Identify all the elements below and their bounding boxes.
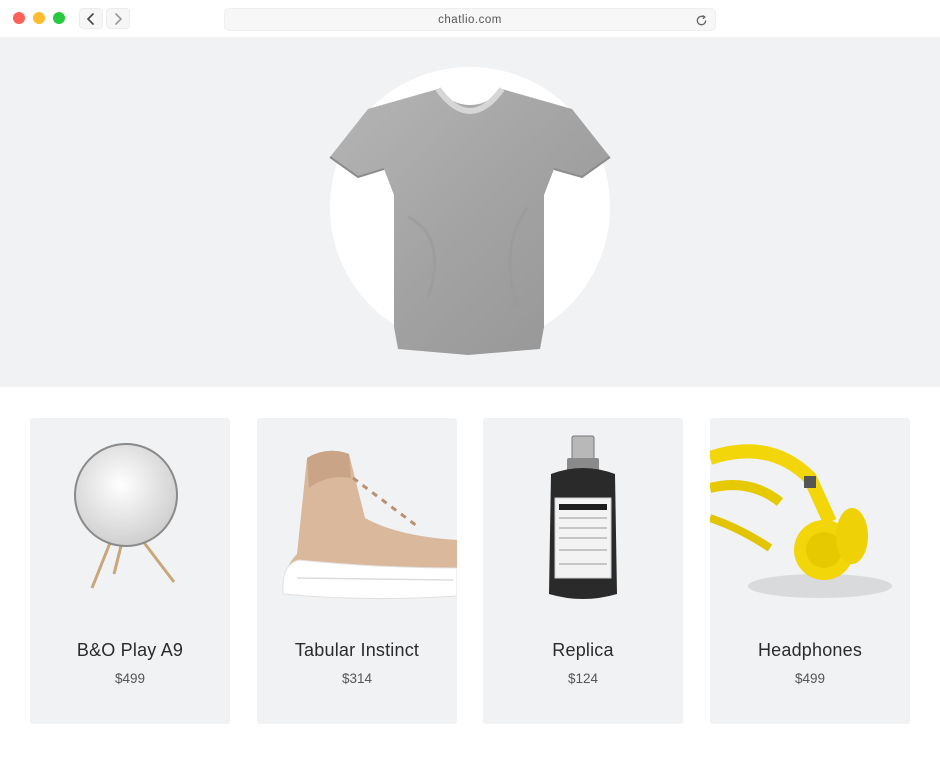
product-card[interactable]: Replica $124 <box>483 418 683 724</box>
speaker-image <box>74 443 178 589</box>
product-card[interactable]: Headphones $499 <box>710 418 910 724</box>
sneaker-image <box>282 450 457 600</box>
url-text: chatlio.com <box>438 13 502 26</box>
product-name[interactable]: Tabular Instinct <box>257 640 457 661</box>
forward-button[interactable] <box>106 8 130 29</box>
maximize-window-button[interactable] <box>53 12 65 24</box>
close-window-button[interactable] <box>13 12 25 24</box>
product-name[interactable]: Replica <box>483 640 683 661</box>
product-price: $124 <box>567 671 599 686</box>
reload-icon <box>696 14 706 25</box>
product-card[interactable]: Tabular Instinct $314 <box>257 418 457 724</box>
minimize-window-button[interactable] <box>33 12 45 24</box>
back-button[interactable] <box>79 8 103 29</box>
hero-banner <box>0 37 940 387</box>
headphones-image <box>710 444 892 598</box>
chevron-left-icon <box>86 12 94 25</box>
reload-button[interactable] <box>693 12 709 28</box>
product-name[interactable]: B&O Play A9 <box>30 640 230 661</box>
product-price: $499 <box>794 671 826 686</box>
product-price: $314 <box>341 671 373 686</box>
browser-toolbar: chatlio.com <box>0 0 940 37</box>
chevron-right-icon <box>115 12 123 25</box>
product-name[interactable]: Headphones <box>710 640 910 661</box>
address-bar[interactable]: chatlio.com <box>224 8 716 31</box>
product-price: $499 <box>114 671 146 686</box>
t-shirt-image[interactable] <box>328 87 612 359</box>
product-card[interactable]: B&O Play A9 $499 <box>30 418 230 724</box>
perfume-bottle-image <box>549 435 617 599</box>
